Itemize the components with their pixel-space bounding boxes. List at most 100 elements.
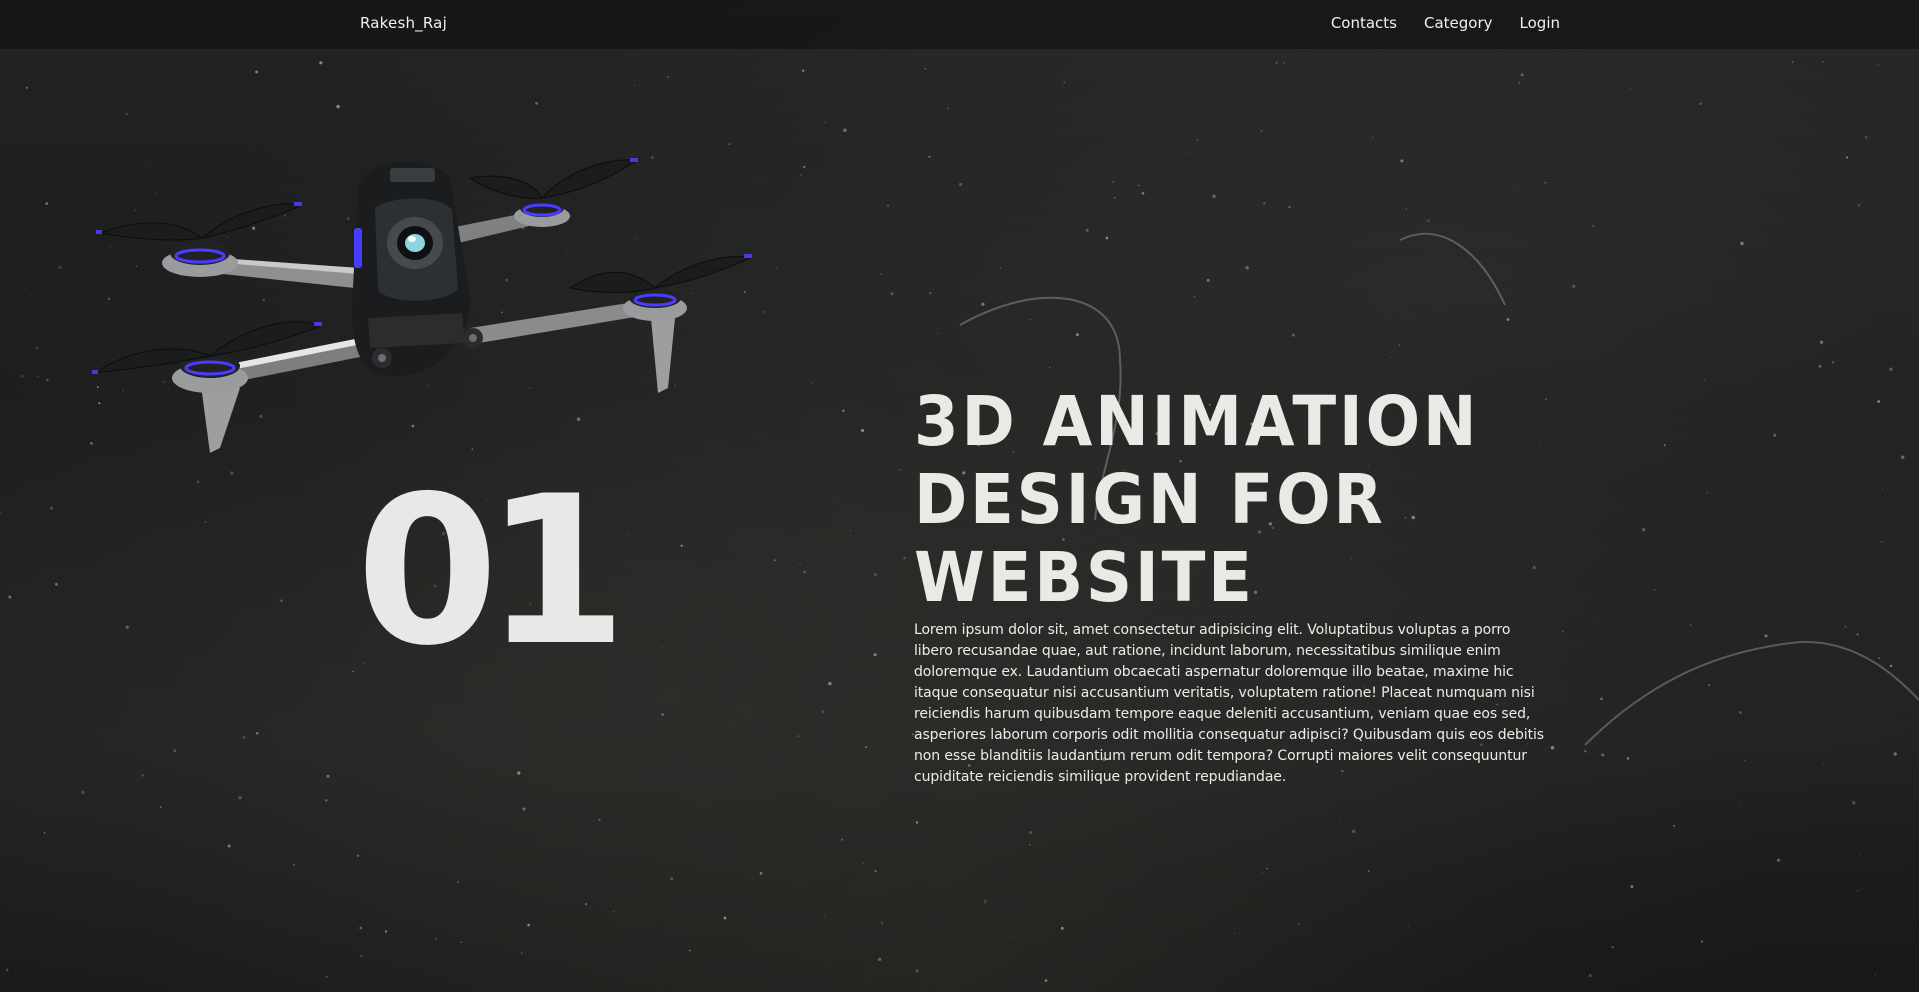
nav-link-login[interactable]: Login (1520, 14, 1560, 32)
star-speckle (1075, 333, 1079, 337)
star-speckle (824, 121, 826, 124)
star-speckle (1857, 890, 1859, 892)
star-speckle (1744, 759, 1746, 762)
star-speckle (49, 506, 53, 510)
star-speckle (359, 926, 363, 930)
star-speckle (598, 818, 601, 821)
star-speckle (1642, 528, 1646, 532)
star-speckle (527, 923, 530, 927)
star-speckle (880, 921, 884, 925)
star-speckle (1506, 318, 1510, 321)
star-speckle (242, 735, 246, 740)
star-speckle (1113, 196, 1116, 199)
star-speckle (1877, 657, 1880, 660)
star-speckle (661, 713, 664, 716)
star-speckle (1893, 752, 1897, 756)
star-speckle (842, 409, 845, 412)
star-speckle (1188, 151, 1190, 154)
star-speckle (1831, 361, 1835, 364)
star-speckle (125, 113, 128, 116)
star-speckle (125, 625, 129, 629)
star-speckle (204, 520, 207, 523)
star-speckle (1255, 66, 1257, 68)
star-speckle (1260, 130, 1263, 133)
star-speckle (356, 854, 360, 857)
star-speckle (1000, 267, 1002, 269)
star-speckle (929, 292, 932, 295)
star-speckle (1708, 684, 1711, 686)
star-speckle (1532, 565, 1536, 570)
star-speckle (1791, 61, 1794, 64)
star-speckle (1856, 633, 1859, 636)
star-speckle (1245, 266, 1249, 270)
star-speckle (1630, 885, 1634, 889)
star-speckle (1141, 191, 1145, 195)
star-speckle (860, 428, 865, 433)
star-speckle (456, 881, 460, 884)
star-speckle (628, 534, 630, 536)
star-speckle (1689, 179, 1691, 181)
star-speckle (173, 749, 177, 753)
star-speckle (20, 375, 24, 378)
star-speckle (325, 799, 328, 802)
star-speckle (759, 871, 763, 875)
star-speckle (1085, 228, 1089, 232)
star-speckle (1653, 588, 1656, 591)
star-speckle (1400, 159, 1404, 163)
star-speckle (8, 595, 12, 599)
star-speckle (1878, 64, 1880, 66)
nav-link-contacts[interactable]: Contacts (1331, 14, 1397, 32)
star-speckle (1630, 88, 1631, 90)
star-speckle (1889, 664, 1893, 668)
star-speckle (1351, 829, 1356, 833)
star-speckle (511, 949, 513, 950)
star-speckle (517, 771, 521, 775)
star-speckle (1196, 139, 1199, 142)
star-speckle (584, 902, 588, 906)
star-speckle (1740, 241, 1744, 246)
star-speckle (1706, 491, 1709, 494)
star-speckle (1764, 634, 1768, 638)
star-speckle (1206, 278, 1210, 282)
star-speckle (915, 821, 919, 824)
star-speckle (1063, 81, 1066, 84)
star-speckle (947, 107, 949, 110)
star-speckle (227, 844, 231, 848)
star-speckle (535, 101, 539, 105)
star-speckle (823, 915, 825, 917)
star-speckle (728, 142, 731, 146)
star-speckle (45, 202, 49, 205)
star-speckle (801, 69, 805, 72)
drone-3d-model (92, 158, 752, 453)
star-speckle (803, 570, 806, 574)
star-speckle (336, 104, 340, 109)
navbar: Rakesh_Raj Contacts Category Login (0, 0, 1919, 49)
star-speckle (723, 916, 727, 920)
star-speckle (1520, 73, 1524, 77)
star-speckle (292, 863, 295, 866)
star-speckle (37, 375, 39, 377)
star-speckle (1738, 804, 1740, 806)
star-speckle (25, 86, 28, 89)
star-speckle (1029, 843, 1031, 846)
star-speckle (352, 670, 354, 673)
star-speckle (849, 570, 851, 572)
star-speckle (1049, 366, 1051, 368)
star-speckle (1700, 940, 1703, 943)
hero-headline: 3D Animation Design for Website (914, 382, 1480, 618)
star-speckle (1427, 219, 1430, 223)
star-speckle (384, 930, 388, 933)
star-speckle (1880, 540, 1883, 543)
star-speckle (1234, 932, 1236, 934)
star-speckle (958, 182, 963, 187)
nav-link-category[interactable]: Category (1424, 14, 1493, 32)
star-speckle (159, 806, 162, 808)
star-speckle (1738, 711, 1742, 714)
star-speckle (319, 61, 323, 65)
star-speckle (1844, 625, 1847, 628)
star-speckle (1261, 872, 1263, 874)
brand-logo[interactable]: Rakesh_Raj (360, 14, 447, 32)
star-speckle (1518, 81, 1521, 84)
star-speckle (564, 988, 566, 990)
star-speckle (1649, 809, 1651, 811)
